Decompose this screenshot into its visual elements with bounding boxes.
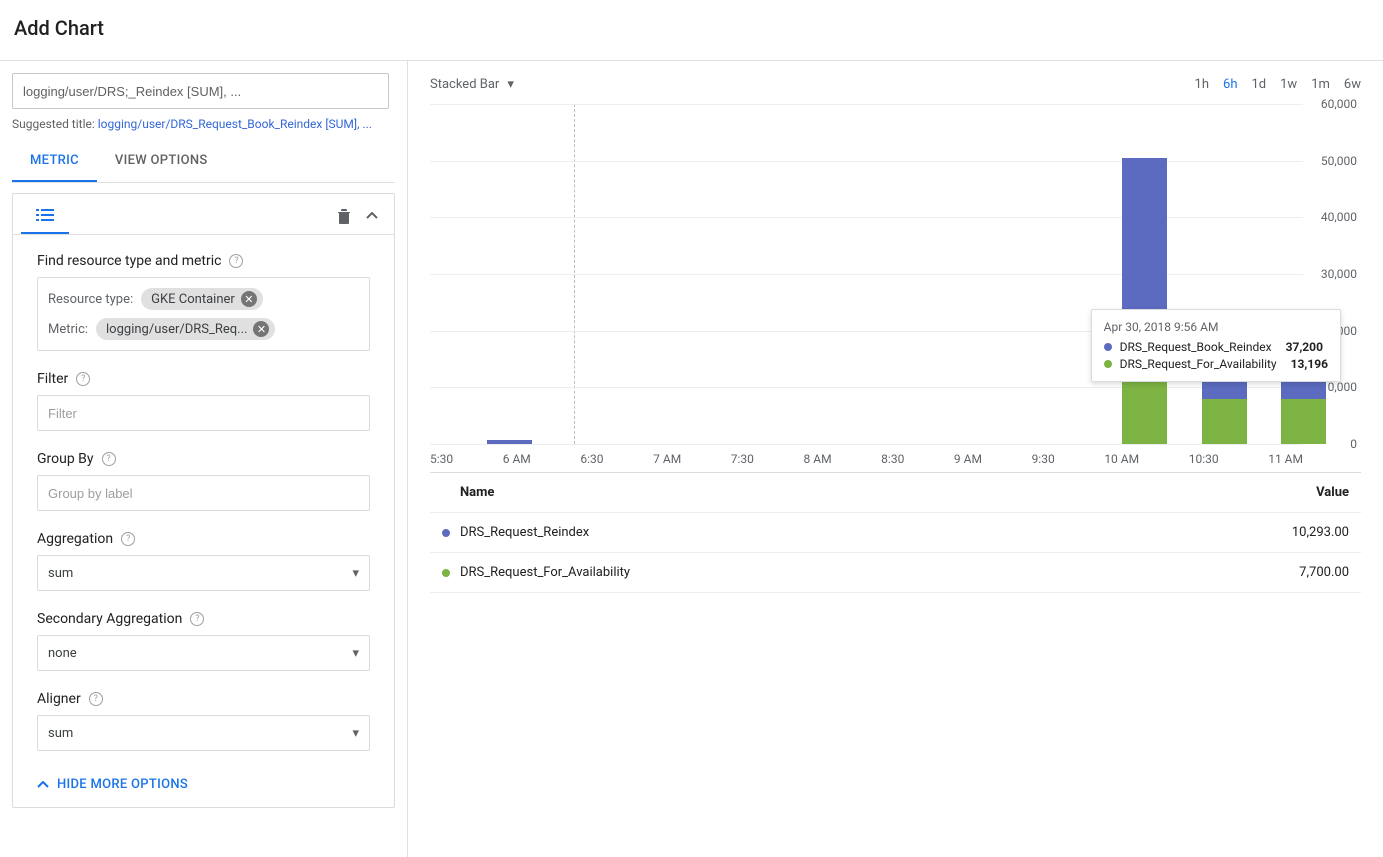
chart-plot[interactable]: Apr 30, 2018 9:56 AM DRS_Request_Book_Re… — [430, 104, 1303, 444]
collapse-icon[interactable] — [358, 202, 386, 230]
aligner-label: Aligner — [37, 691, 81, 707]
help-icon[interactable]: ? — [102, 452, 116, 466]
x-tick-label: 8:30 — [881, 452, 904, 466]
resource-type-label: Resource type: — [48, 292, 133, 307]
hide-more-options-button[interactable]: HIDE MORE OPTIONS — [37, 777, 188, 792]
metric-label: Metric: — [48, 322, 88, 337]
secondary-aggregation-label: Secondary Aggregation — [37, 611, 182, 627]
range-option[interactable]: 6h — [1223, 77, 1237, 92]
groupby-input[interactable] — [37, 475, 370, 511]
x-tick-label: 9:30 — [1032, 452, 1055, 466]
legend-name-header: Name — [442, 485, 1229, 500]
groupby-label: Group By — [37, 451, 94, 467]
bar[interactable] — [487, 440, 532, 444]
bar[interactable] — [1281, 376, 1326, 444]
resource-type-chip[interactable]: GKE Container ✕ — [141, 288, 263, 310]
filter-label: Filter — [37, 371, 68, 387]
aggregation-select[interactable]: sum▾ — [37, 555, 370, 591]
series-dot-icon — [442, 569, 450, 577]
page-title: Add Chart — [0, 0, 1383, 60]
help-icon[interactable]: ? — [121, 532, 135, 546]
time-range-picker: 1h 6h 1d 1w 1m 6w — [1195, 77, 1361, 92]
range-option[interactable]: 6w — [1344, 77, 1361, 92]
legend-row[interactable]: DRS_Request_For_Availability7,700.00 — [430, 553, 1361, 593]
chart-tooltip: Apr 30, 2018 9:56 AM DRS_Request_Book_Re… — [1091, 309, 1341, 382]
series-dot-icon — [442, 529, 450, 537]
y-tick-label: 10,000 — [1321, 380, 1357, 394]
chart-type-select[interactable]: Stacked Bar ▾ — [430, 77, 514, 92]
range-option[interactable]: 1m — [1311, 77, 1330, 92]
suggested-title-link[interactable]: logging/user/DRS_Request_Book_Reindex [S… — [98, 117, 372, 131]
range-option[interactable]: 1h — [1195, 77, 1209, 92]
filter-input[interactable] — [37, 395, 370, 431]
metric-list-icon[interactable] — [21, 198, 69, 234]
close-icon[interactable]: ✕ — [241, 291, 257, 307]
range-option[interactable]: 1d — [1251, 77, 1266, 92]
help-icon[interactable]: ? — [89, 692, 103, 706]
suggested-title: Suggested title: logging/user/DRS_Reques… — [12, 117, 395, 131]
x-tick-label: 10:30 — [1189, 452, 1219, 466]
help-icon[interactable]: ? — [229, 254, 243, 268]
x-tick-label: 8 AM — [804, 452, 832, 466]
chart-title-input[interactable] — [12, 73, 389, 109]
resource-metric-box[interactable]: Resource type: GKE Container ✕ Metric: l… — [37, 277, 370, 351]
x-tick-label: 6 AM — [503, 452, 531, 466]
x-tick-label: 11 AM — [1268, 452, 1303, 466]
x-tick-label: 7 AM — [653, 452, 681, 466]
tab-view-options[interactable]: VIEW OPTIONS — [97, 141, 226, 182]
x-tick-label: 7:30 — [731, 452, 754, 466]
x-axis: 5:30 6 AM 6:30 7 AM 7:30 8 AM 8:30 9 AM 9:30 10 A… — [430, 452, 1303, 466]
y-tick-label: 40,000 — [1321, 210, 1357, 224]
y-tick-label: 60,000 — [1321, 97, 1357, 111]
metric-card: Find resource type and metric ? Resource… — [12, 193, 395, 808]
y-tick-label: 30,000 — [1321, 267, 1357, 281]
y-tick-label: 50,000 — [1321, 154, 1357, 168]
legend-table: Name Value DRS_Request_Reindex10,293.00D… — [430, 473, 1361, 593]
legend-row[interactable]: DRS_Request_Reindex10,293.00 — [430, 513, 1361, 553]
close-icon[interactable]: ✕ — [253, 321, 269, 337]
x-tick-label: 5:30 — [430, 452, 453, 466]
config-panel: Suggested title: logging/user/DRS_Reques… — [0, 61, 408, 857]
series-dot-icon — [1104, 360, 1112, 368]
secondary-aggregation-select[interactable]: none▾ — [37, 635, 370, 671]
help-icon[interactable]: ? — [76, 372, 90, 386]
find-resource-label: Find resource type and metric — [37, 253, 221, 269]
chart-panel: Stacked Bar ▾ 1h 6h 1d 1w 1m 6w Apr 30, 2018 … — [408, 61, 1383, 857]
help-icon[interactable]: ? — [190, 612, 204, 626]
bar[interactable] — [1122, 158, 1167, 444]
aligner-select[interactable]: sum▾ — [37, 715, 370, 751]
series-dot-icon — [1104, 343, 1112, 351]
aggregation-label: Aggregation — [37, 531, 113, 547]
delete-icon[interactable] — [330, 202, 358, 230]
x-tick-label: 10 AM — [1104, 452, 1139, 466]
metric-chip[interactable]: logging/user/DRS_Req... ✕ — [96, 318, 275, 340]
chevron-down-icon: ▾ — [507, 77, 514, 92]
x-tick-label: 6:30 — [580, 452, 603, 466]
range-option[interactable]: 1w — [1280, 77, 1297, 92]
tab-metric[interactable]: METRIC — [12, 141, 97, 182]
legend-value-header: Value — [1229, 485, 1349, 500]
x-tick-label: 9 AM — [954, 452, 982, 466]
y-tick-label: 0 — [1350, 437, 1357, 451]
